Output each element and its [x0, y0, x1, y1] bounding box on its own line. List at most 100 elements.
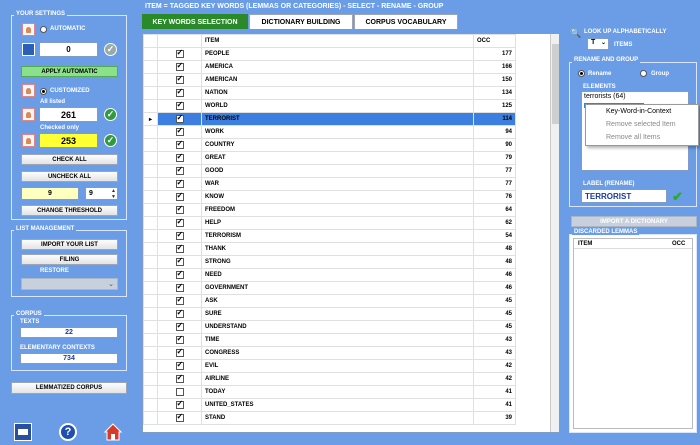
- threshold-left-field[interactable]: 9: [21, 187, 79, 200]
- item-cell[interactable]: THANK: [201, 242, 474, 256]
- item-cell[interactable]: GOVERNMENT: [201, 281, 474, 295]
- row-checkbox[interactable]: [175, 388, 184, 396]
- item-cell[interactable]: UNITED_STATES: [201, 398, 474, 412]
- item-cell[interactable]: TIME: [201, 333, 474, 347]
- rename-radio[interactable]: [578, 70, 585, 77]
- row-checkbox[interactable]: [175, 113, 184, 123]
- item-cell[interactable]: FREEDOM: [201, 203, 474, 217]
- table-row[interactable]: WAR77: [143, 177, 516, 191]
- item-cell[interactable]: WAR: [201, 177, 474, 191]
- row-checkbox[interactable]: [175, 334, 184, 344]
- item-cell[interactable]: NEED: [201, 268, 474, 282]
- import-dictionary-button[interactable]: IMPORT A DICTIONARY: [571, 216, 697, 227]
- tab-key-words-selection[interactable]: KEY WORDS SELECTION: [142, 14, 248, 29]
- row-checkbox[interactable]: [175, 48, 184, 58]
- table-row[interactable]: HELP62: [143, 216, 516, 230]
- row-checkbox[interactable]: [175, 295, 184, 305]
- table-row[interactable]: TODAY 41: [143, 385, 516, 399]
- item-cell[interactable]: WORLD: [201, 99, 474, 113]
- row-checkbox[interactable]: [175, 360, 184, 370]
- uncheck-all-button[interactable]: UNCHECK ALL: [21, 171, 118, 182]
- row-checkbox[interactable]: [175, 230, 184, 240]
- all-listed-field[interactable]: 261: [39, 107, 98, 122]
- table-row[interactable]: WORK94: [143, 125, 516, 139]
- row-checkbox[interactable]: [175, 191, 184, 201]
- item-cell[interactable]: UNDERSTAND: [201, 320, 474, 334]
- item-cell[interactable]: STRONG: [201, 255, 474, 269]
- table-row[interactable]: UNITED_STATES41: [143, 398, 516, 412]
- discarded-item-header[interactable]: ITEM: [578, 241, 592, 247]
- row-checkbox[interactable]: [175, 373, 184, 383]
- key-words-grid[interactable]: ITEM OCC PEOPLE177AMERICA166AMERICAN150N…: [142, 33, 560, 433]
- row-checkbox[interactable]: [175, 178, 184, 188]
- row-checkbox[interactable]: [175, 61, 184, 71]
- import-list-button[interactable]: IMPORT YOUR LIST: [21, 239, 118, 250]
- row-checkbox[interactable]: [175, 256, 184, 266]
- discarded-occ-header[interactable]: OCC: [672, 241, 685, 247]
- item-cell[interactable]: GREAT: [201, 151, 474, 165]
- group-radio[interactable]: [640, 70, 647, 77]
- row-checkbox[interactable]: [175, 412, 184, 422]
- home-icon[interactable]: [104, 423, 122, 441]
- checked-only-ok-icon[interactable]: ✓: [104, 134, 117, 147]
- item-cell[interactable]: TERRORIST: [201, 112, 474, 126]
- letter-select[interactable]: T ⌄: [587, 38, 609, 50]
- checked-only-field[interactable]: 253: [39, 133, 98, 148]
- row-checkbox[interactable]: [175, 139, 184, 149]
- row-checkbox[interactable]: [175, 308, 184, 318]
- menu-remove-selected[interactable]: Remove selected Item: [586, 118, 698, 131]
- apply-automatic-button[interactable]: APPLY AUTOMATIC: [21, 66, 118, 77]
- customized-radio[interactable]: [40, 88, 47, 95]
- row-checkbox[interactable]: [175, 87, 184, 97]
- table-row[interactable]: GREAT79: [143, 151, 516, 165]
- all-listed-ok-icon[interactable]: ✓: [104, 108, 117, 121]
- table-row[interactable]: AMERICAN150: [143, 73, 516, 87]
- item-cell[interactable]: NATION: [201, 86, 474, 100]
- table-row[interactable]: GOOD77: [143, 164, 516, 178]
- table-row[interactable]: THANK48: [143, 242, 516, 256]
- item-cell[interactable]: HELP: [201, 216, 474, 230]
- item-cell[interactable]: PEOPLE: [201, 47, 474, 61]
- tab-corpus-vocabulary[interactable]: CORPUS VOCABULARY: [354, 14, 458, 29]
- row-checkbox[interactable]: [175, 126, 184, 136]
- table-row[interactable]: PEOPLE177: [143, 47, 516, 61]
- confirm-rename-icon[interactable]: ✔: [672, 189, 683, 205]
- label-rename-field[interactable]: TERRORIST: [581, 189, 667, 203]
- discarded-table[interactable]: ITEM OCC: [573, 238, 693, 429]
- item-cell[interactable]: AMERICA: [201, 60, 474, 74]
- table-row[interactable]: AMERICA166: [143, 60, 516, 74]
- help-icon[interactable]: ?: [59, 423, 77, 441]
- item-cell[interactable]: KNOW: [201, 190, 474, 204]
- element-item[interactable]: terrorists (64): [582, 92, 688, 101]
- threshold-spinner[interactable]: 9 ▲ ▼: [85, 187, 118, 200]
- item-header[interactable]: ITEM: [201, 34, 474, 48]
- row-checkbox[interactable]: [175, 282, 184, 292]
- table-row[interactable]: CONGRESS43: [143, 346, 516, 360]
- row-checkbox[interactable]: [175, 204, 184, 214]
- table-row[interactable]: STRONG48: [143, 255, 516, 269]
- item-cell[interactable]: AIRLINE: [201, 372, 474, 386]
- table-row[interactable]: KNOW76: [143, 190, 516, 204]
- item-cell[interactable]: GOOD: [201, 164, 474, 178]
- filing-button[interactable]: FILING: [21, 254, 118, 265]
- tab-dictionary-building[interactable]: DICTIONARY BUILDING: [249, 14, 353, 29]
- item-cell[interactable]: AMERICAN: [201, 73, 474, 87]
- menu-remove-all[interactable]: Remove all Items: [586, 131, 698, 144]
- table-row[interactable]: UNDERSTAND45: [143, 320, 516, 334]
- save-icon[interactable]: [14, 423, 32, 441]
- item-cell[interactable]: STAND: [201, 411, 474, 425]
- item-cell[interactable]: ASK: [201, 294, 474, 308]
- table-row[interactable]: TERRORISM54: [143, 229, 516, 243]
- spinner-arrows-icon[interactable]: ▲ ▼: [111, 188, 116, 200]
- table-row[interactable]: NEED46: [143, 268, 516, 282]
- grid-scrollbar[interactable]: [550, 34, 559, 432]
- scrollbar-thumb[interactable]: [552, 44, 559, 124]
- row-checkbox[interactable]: [175, 347, 184, 357]
- menu-kwic[interactable]: Key-Word-in-Context: [586, 105, 698, 118]
- automatic-ok-icon[interactable]: ✓: [104, 43, 117, 56]
- table-row[interactable]: ASK45: [143, 294, 516, 308]
- table-row[interactable]: TIME43: [143, 333, 516, 347]
- item-cell[interactable]: TODAY: [201, 385, 474, 399]
- row-checkbox[interactable]: [175, 217, 184, 227]
- automatic-radio[interactable]: [40, 26, 47, 33]
